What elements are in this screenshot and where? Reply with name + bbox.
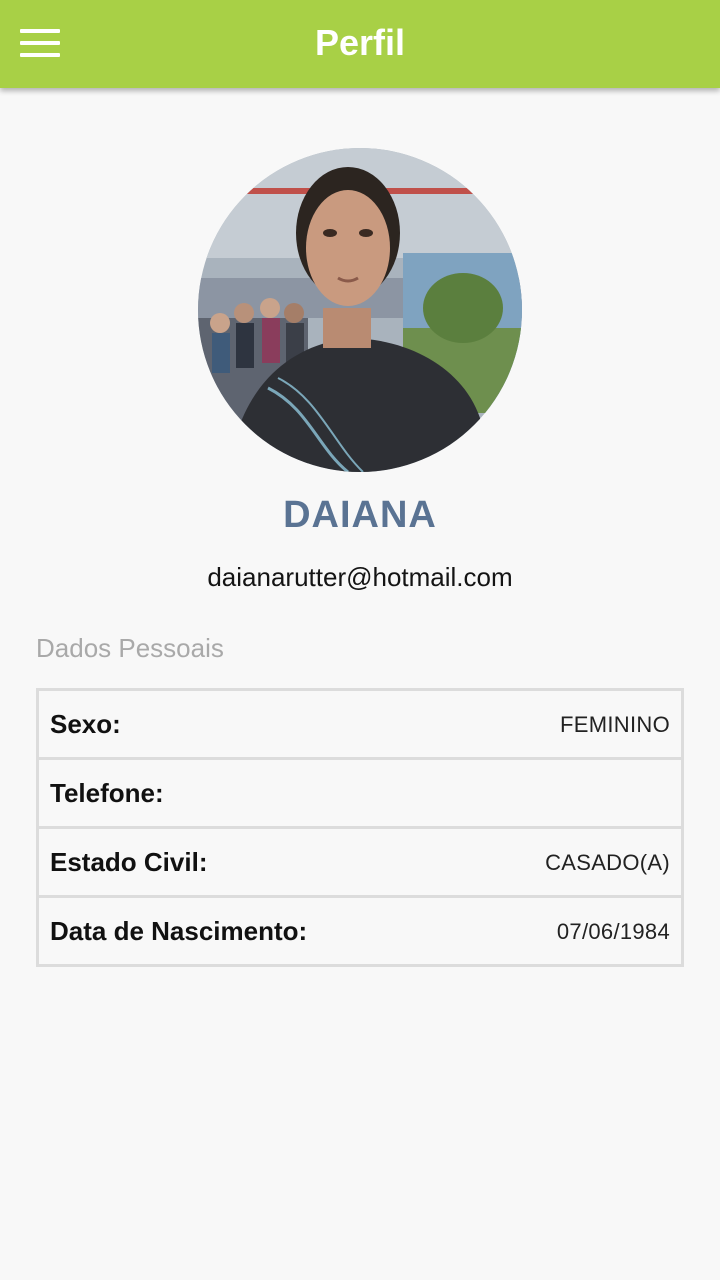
profile-photo (198, 148, 522, 472)
profile-email: daianarutter@hotmail.com (207, 562, 513, 592)
page-title: Perfil (314, 22, 406, 63)
personal-data-table: Sexo: FEMININO Telefone: Estado Civil: C… (36, 688, 684, 967)
info-label: Estado Civil: (50, 847, 208, 877)
info-value: CASADO(A) (545, 850, 670, 875)
info-row-data-nascimento: Data de Nascimento: 07/06/1984 (36, 895, 684, 967)
section-title-personal-data: Dados Pessoais (36, 633, 224, 663)
info-value: 07/06/1984 (556, 919, 670, 944)
info-row-sexo: Sexo: FEMININO (36, 688, 684, 760)
info-label: Data de Nascimento: (50, 916, 308, 946)
info-row-telefone: Telefone: (36, 757, 684, 829)
info-label: Sexo: (50, 709, 121, 739)
avatar (198, 148, 522, 472)
profile-name: DAIANA (283, 494, 437, 536)
info-row-estado-civil: Estado Civil: CASADO(A) (36, 826, 684, 898)
app-bar: Perfil (0, 0, 720, 88)
info-value: FEMININO (560, 712, 670, 737)
info-label: Telefone: (50, 778, 164, 808)
